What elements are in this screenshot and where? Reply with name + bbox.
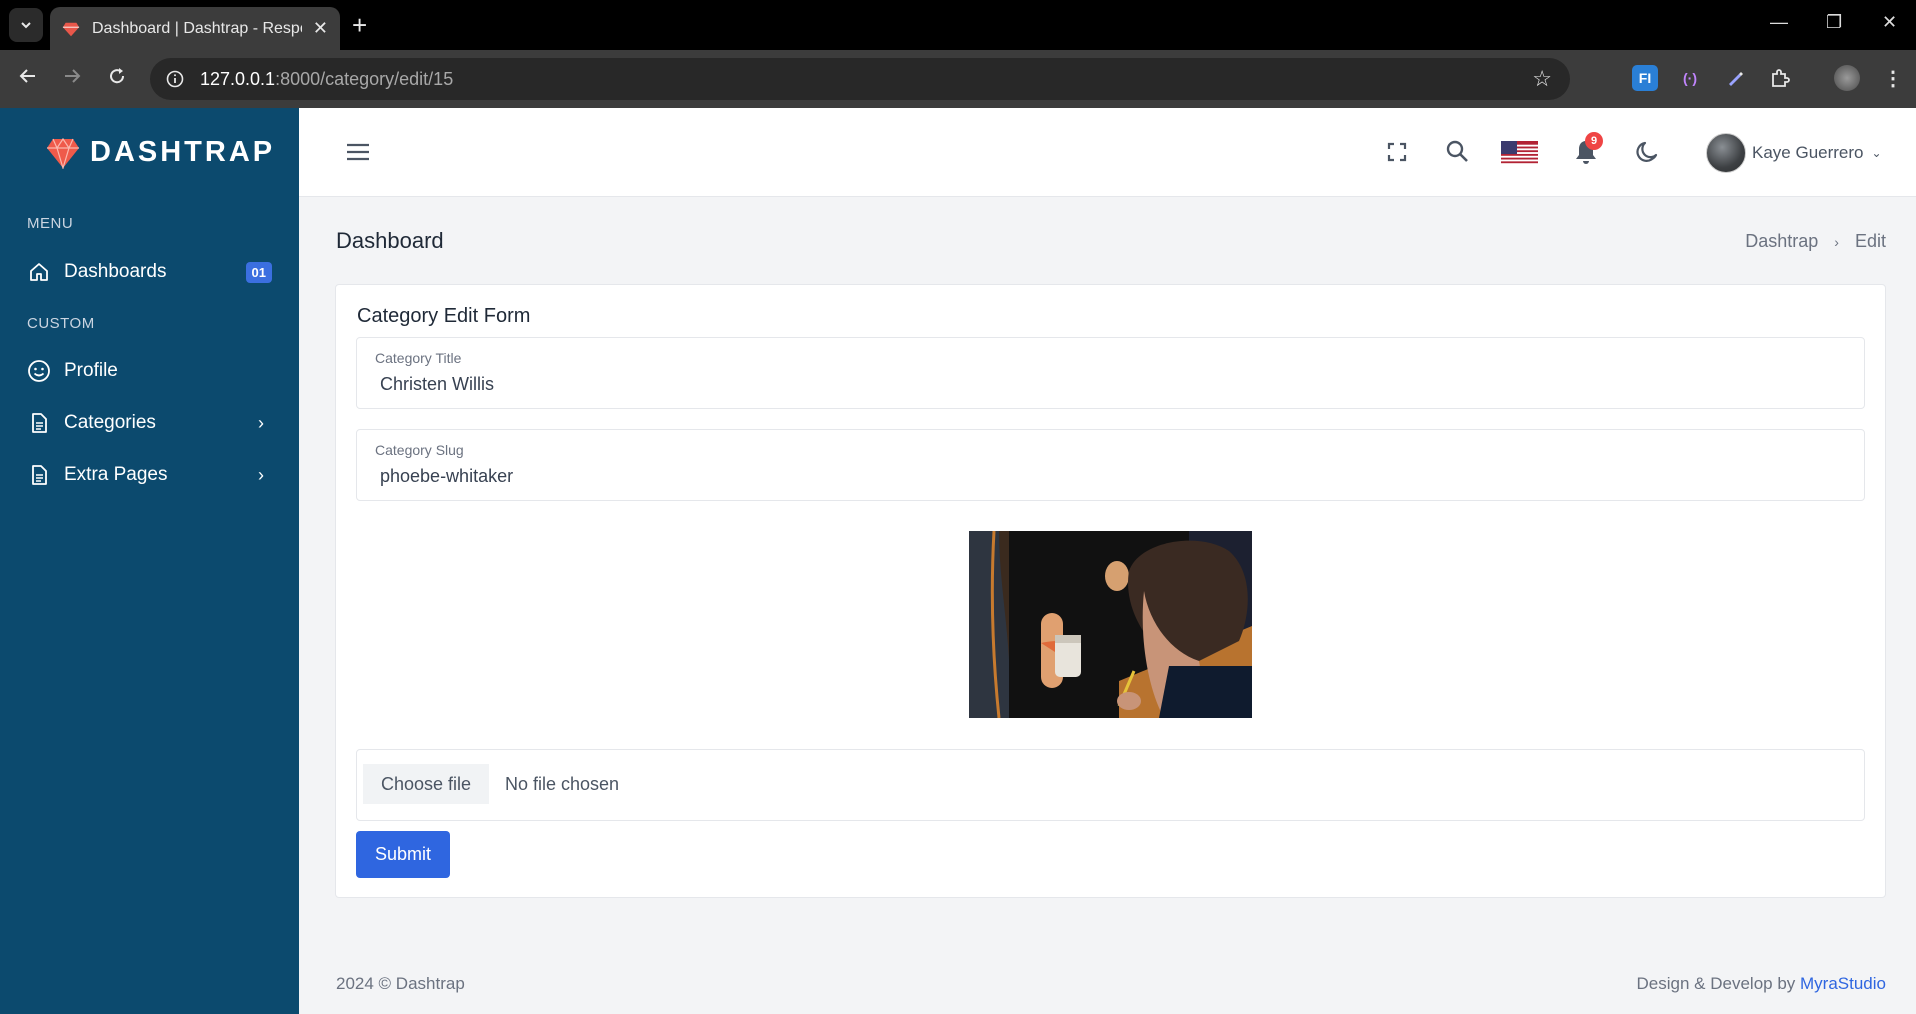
arrow-left-icon (19, 69, 35, 83)
chevron-right-icon: › (258, 412, 264, 433)
url-host: 127.0.0.1 (200, 68, 276, 89)
extension-radio-icon[interactable]: (·) (1677, 65, 1703, 91)
footer-credit: Design & Develop by MyraStudio (1637, 974, 1886, 994)
sidebar-item-profile[interactable]: Profile (27, 354, 272, 388)
close-window-button[interactable]: ✕ (1882, 12, 1897, 33)
breadcrumb-link[interactable]: Dashtrap (1745, 231, 1818, 252)
myrastudio-link[interactable]: MyraStudio (1800, 974, 1886, 993)
notification-count-badge: 9 (1585, 132, 1603, 150)
profile-avatar-icon[interactable] (1834, 65, 1860, 91)
menu-heading: MENU (27, 215, 74, 232)
breadcrumb: Dashtrap › Edit (1745, 231, 1886, 252)
more-menu-icon[interactable]: ⋮ (1880, 65, 1906, 91)
moon-icon (1636, 141, 1658, 162)
custom-heading: CUSTOM (27, 315, 95, 332)
sidebar-item-label: Dashboards (64, 261, 167, 282)
sidebar-item-label: Extra Pages (64, 464, 168, 485)
chevron-down-icon: ⌄ (1871, 146, 1882, 160)
fullscreen-icon (1387, 142, 1407, 162)
hamburger-icon (347, 143, 369, 161)
url-path: :8000/category/edit/15 (275, 68, 454, 89)
category-slug-field[interactable]: Category Slug phoebe-whitaker (356, 429, 1865, 501)
sidebar: DASHTRAP MENU Dashboards 01 CUSTOM Profi… (0, 108, 299, 1014)
category-slug-input[interactable]: phoebe-whitaker (380, 466, 513, 487)
tab-close-icon[interactable]: ✕ (313, 18, 328, 39)
page-title: Dashboard (336, 228, 444, 253)
category-edit-card: Category Edit Form Category Title Christ… (335, 284, 1886, 898)
minimize-button[interactable]: — (1770, 12, 1788, 33)
address-bar[interactable]: 127.0.0.1:8000/category/edit/15 ☆ (150, 58, 1570, 100)
diamond-logo-icon (47, 137, 79, 169)
back-button[interactable] (14, 65, 42, 93)
logo[interactable]: DASHTRAP (46, 136, 275, 169)
field-label: Category Title (375, 350, 462, 366)
footer-credit-text: Design & Develop by (1636, 974, 1801, 993)
new-tab-button[interactable]: + (352, 10, 367, 40)
home-icon (27, 260, 51, 284)
chevron-right-icon: › (1834, 233, 1839, 250)
category-title-input[interactable]: Christen Willis (380, 374, 494, 395)
logo-text: DASHTRAP (90, 136, 276, 168)
file-status: No file chosen (505, 774, 620, 794)
theme-toggle-button[interactable] (1634, 139, 1660, 170)
sidebar-item-categories[interactable]: Categories › (27, 406, 272, 440)
us-flag-icon (1501, 141, 1538, 165)
extensions-puzzle-icon[interactable] (1767, 65, 1793, 91)
avatar (1706, 133, 1746, 173)
document-icon (27, 463, 51, 487)
site-info-icon (166, 70, 184, 88)
bookmark-star-icon[interactable]: ☆ (1532, 66, 1552, 92)
smile-icon (27, 359, 51, 383)
browser-tab-strip: Dashboard | Dashtrap - Respon ✕ + — ❐ ✕ (0, 0, 1916, 50)
tab-title: Dashboard | Dashtrap - Respon (92, 19, 302, 37)
user-name: Kaye Guerrero (1752, 143, 1864, 162)
footer-copyright: 2024 © Dashtrap (336, 974, 465, 993)
user-menu[interactable]: Kaye Guerrero ⌄ (1706, 133, 1882, 173)
breadcrumb-current: Edit (1854, 231, 1886, 251)
category-title-field[interactable]: Category Title Christen Willis (356, 337, 1865, 409)
browser-tab[interactable]: Dashboard | Dashtrap - Respon ✕ (50, 7, 340, 50)
document-icon (27, 411, 51, 435)
sidebar-item-label: Categories (64, 412, 156, 433)
search-button[interactable] (1445, 139, 1469, 168)
sidebar-item-label: Profile (64, 360, 118, 381)
submit-button[interactable]: Submit (356, 831, 450, 878)
extension-pen-icon[interactable] (1722, 65, 1748, 91)
chevron-down-icon (21, 22, 31, 29)
topbar: 9 Kaye Guerrero ⌄ (299, 108, 1916, 197)
search-icon (1446, 140, 1468, 162)
chevron-right-icon: › (258, 464, 264, 485)
image-upload-field: Choose file No file chosen (356, 749, 1865, 821)
notifications-button[interactable]: 9 (1573, 132, 1603, 171)
language-selector[interactable] (1501, 141, 1538, 170)
fullscreen-button[interactable] (1386, 141, 1408, 168)
count-badge: 01 (245, 261, 272, 283)
menu-toggle-button[interactable] (346, 142, 370, 167)
field-label: Category Slug (375, 442, 464, 458)
reload-button[interactable] (103, 65, 131, 93)
browser-toolbar: 127.0.0.1:8000/category/edit/15 ☆ FI (·)… (0, 50, 1916, 108)
favicon-icon (62, 22, 80, 36)
forward-button[interactable] (58, 65, 86, 93)
choose-file-button[interactable]: Choose file (363, 764, 489, 804)
tab-search-button[interactable] (9, 8, 43, 42)
sidebar-item-dashboards[interactable]: Dashboards 01 (27, 255, 272, 289)
arrow-right-icon (65, 69, 81, 83)
form-title: Category Edit Form (357, 305, 531, 327)
reload-icon (110, 68, 125, 84)
category-image-preview (969, 531, 1252, 718)
extension-fi-icon[interactable]: FI (1632, 65, 1658, 91)
sidebar-item-extra-pages[interactable]: Extra Pages › (27, 458, 272, 492)
restore-button[interactable]: ❐ (1826, 12, 1842, 33)
